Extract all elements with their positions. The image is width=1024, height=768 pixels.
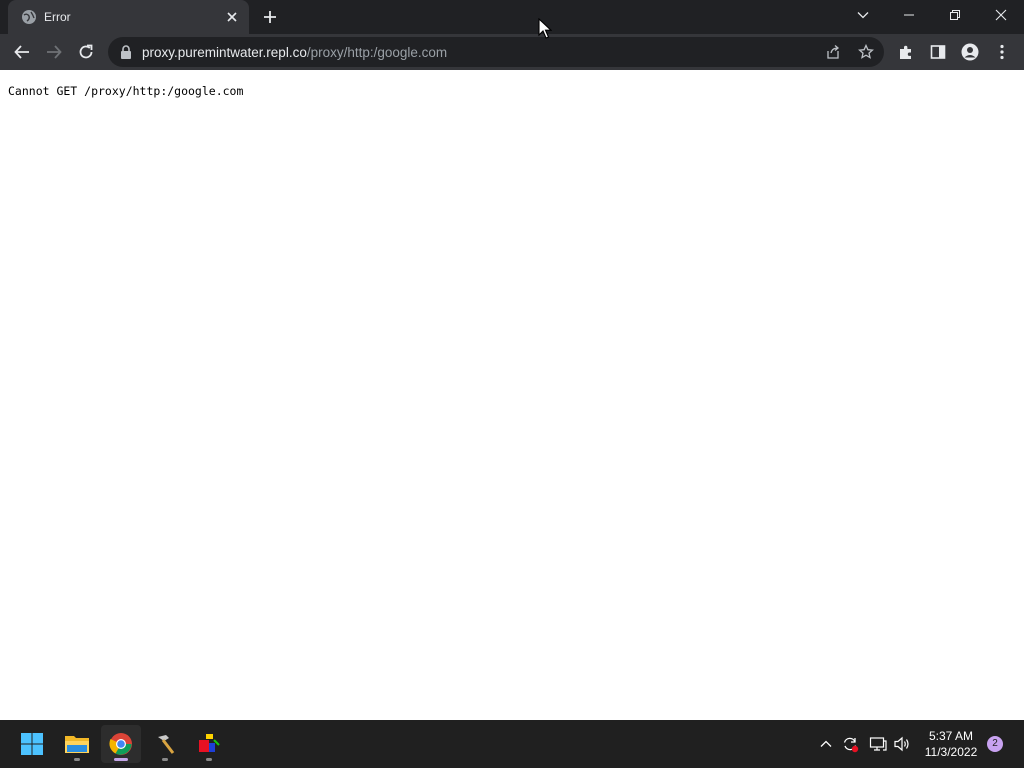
tab-error[interactable]: Error	[8, 0, 249, 34]
chrome-taskbar-button[interactable]	[101, 725, 141, 763]
share-icon[interactable]	[825, 44, 841, 60]
windows-logo-icon	[21, 733, 43, 755]
start-button[interactable]	[12, 725, 52, 763]
tab-title: Error	[44, 10, 71, 24]
clock-date: 11/3/2022	[924, 745, 978, 759]
lock-icon[interactable]	[120, 45, 132, 59]
volume-tray-button[interactable]	[893, 735, 911, 753]
close-tab-icon[interactable]	[224, 9, 240, 25]
active-indicator	[114, 758, 128, 761]
extensions-button[interactable]	[896, 42, 916, 62]
mouse-cursor-icon	[538, 18, 552, 39]
reload-icon	[79, 44, 93, 59]
side-panel-icon	[930, 45, 946, 59]
restore-icon	[950, 10, 960, 20]
arrow-right-icon	[47, 45, 62, 59]
paint-app-button[interactable]	[189, 725, 229, 763]
hammer-icon	[158, 735, 175, 754]
page-viewport: Cannot GET /proxy/http:/google.com	[0, 70, 1024, 720]
minimize-icon	[904, 14, 914, 16]
reload-button[interactable]	[76, 42, 96, 62]
speaker-icon	[894, 736, 909, 752]
taskbar-clock[interactable]: 5:37 AM 11/3/2022	[918, 728, 984, 760]
globe-icon	[22, 10, 36, 24]
notification-badge[interactable]: 2	[987, 736, 1003, 752]
sync-tray-button[interactable]	[841, 735, 859, 753]
browser-toolbar: proxy.puremintwater.repl.co/proxy/http:/…	[0, 34, 1024, 70]
title-bar: Error	[0, 0, 1024, 34]
network-monitor-icon	[869, 737, 887, 751]
file-explorer-button[interactable]	[57, 725, 97, 763]
chrome-icon	[109, 733, 132, 755]
bookmark-star-icon[interactable]	[858, 44, 874, 60]
profile-button[interactable]	[960, 42, 980, 62]
forward-button[interactable]	[44, 42, 64, 62]
network-tray-button[interactable]	[869, 735, 887, 753]
arrow-left-icon	[14, 45, 29, 59]
error-message: Cannot GET /proxy/http:/google.com	[8, 84, 244, 98]
close-icon	[995, 9, 1007, 21]
side-panel-button[interactable]	[928, 42, 948, 62]
back-button[interactable]	[12, 42, 32, 62]
url-path: /proxy/http:/google.com	[306, 45, 448, 60]
new-tab-icon[interactable]	[262, 9, 278, 25]
puzzle-icon	[900, 45, 911, 59]
address-bar[interactable]: proxy.puremintwater.repl.co/proxy/http:/…	[108, 37, 884, 67]
tab-search-button[interactable]	[840, 0, 886, 30]
running-indicator	[162, 758, 168, 761]
running-indicator	[206, 758, 212, 761]
folder-icon	[65, 736, 89, 753]
chevron-down-icon	[857, 12, 869, 19]
hammer-app-button[interactable]	[145, 725, 185, 763]
close-window-button[interactable]	[978, 0, 1024, 30]
url-text[interactable]: proxy.puremintwater.repl.co/proxy/http:/…	[142, 45, 447, 60]
chevron-up-icon	[820, 740, 832, 747]
paint-app-icon	[199, 734, 220, 752]
chrome-menu-button[interactable]	[992, 42, 1012, 62]
sync-icon	[843, 737, 859, 753]
minimize-button[interactable]	[886, 0, 932, 30]
restore-button[interactable]	[932, 0, 978, 30]
profile-avatar-icon	[961, 43, 979, 61]
running-indicator	[74, 758, 80, 761]
show-hidden-icons-button[interactable]	[817, 735, 835, 753]
windows-taskbar: 5:37 AM 11/3/2022	[0, 720, 1024, 768]
kebab-menu-icon	[1000, 44, 1004, 60]
url-host: proxy.puremintwater.repl.co	[142, 45, 307, 60]
clock-time: 5:37 AM	[928, 729, 974, 743]
